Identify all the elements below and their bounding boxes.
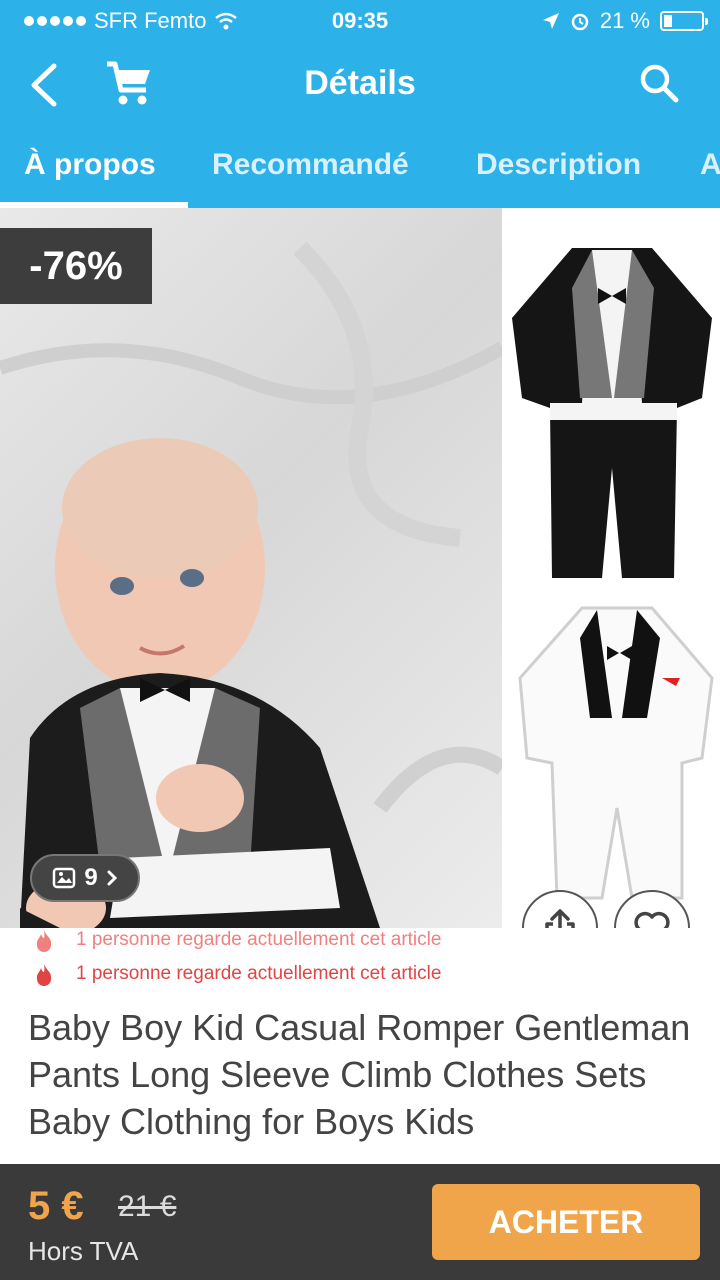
battery-icon [660, 11, 708, 31]
current-price: 5 € [28, 1184, 84, 1228]
buy-button[interactable]: ACHETER [432, 1184, 700, 1260]
baby-tuxedo-photo [0, 241, 507, 928]
viewers-text: 1 personne regarde actuellement cet arti… [76, 929, 442, 950]
status-bar: SFR Femto 09:35 21 % [0, 0, 720, 40]
tab-a-propos[interactable]: À propos [24, 148, 156, 182]
tab-partial[interactable]: A [700, 148, 720, 182]
tab-bar: À propos Recommandé Description A [0, 130, 720, 208]
black-romper-thumbnail[interactable] [502, 228, 720, 598]
image-icon [53, 867, 76, 889]
search-icon[interactable] [636, 60, 682, 106]
flame-icon [36, 964, 52, 986]
photo-count: 9 [84, 864, 98, 891]
product-title: Baby Boy Kid Casual Romper Gentleman Pan… [28, 1007, 691, 1142]
tax-note: Hors TVA [28, 1236, 139, 1266]
battery-percent: 21 % [599, 8, 650, 33]
tab-recommande[interactable]: Recommandé [212, 148, 409, 182]
heart-icon [634, 911, 670, 928]
original-price: 21 € [118, 1190, 177, 1223]
alarm-icon [571, 13, 589, 31]
discount-badge: -76% [0, 228, 152, 304]
viewers-text-secondary: 1 personne regarde actuellement cet arti… [76, 963, 442, 984]
page-title: Détails [304, 64, 416, 102]
location-icon [542, 13, 559, 29]
flame-icon [36, 930, 52, 952]
app-bar: Détails [0, 40, 720, 130]
share-icon [545, 909, 575, 928]
purchase-bar: 5 € 21 € Hors TVA ACHETER [0, 1164, 720, 1280]
main-product-photo[interactable]: -76% 9 [0, 208, 507, 928]
thumbnail-column [502, 208, 720, 928]
viewers-notice-secondary: 1 personne regarde actuellement cet arti… [32, 960, 532, 988]
chevron-right-icon [107, 870, 117, 886]
photo-count-button[interactable]: 9 [30, 854, 140, 902]
product-gallery[interactable]: -76% 9 [0, 208, 720, 928]
tab-description[interactable]: Description [476, 148, 641, 182]
viewers-notice: 1 personne regarde actuellement cet arti… [32, 922, 532, 958]
white-romper-thumbnail[interactable] [502, 598, 720, 928]
